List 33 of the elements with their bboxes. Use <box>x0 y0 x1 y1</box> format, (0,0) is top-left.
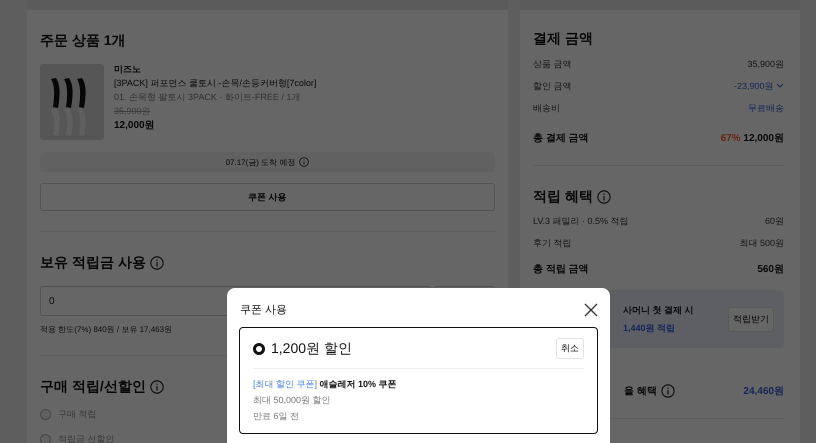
dialog-title: 쿠폰 사용 <box>240 303 288 317</box>
section-title: 결제 금액 <box>533 30 594 48</box>
benefit-amount: 24,460원 <box>743 385 784 398</box>
coupon-limit: 최대 50,000원 할인 <box>253 394 332 407</box>
benefit-label: 을 혜택 <box>624 385 657 398</box>
discount-rate: 67% <box>720 133 741 144</box>
product-brand: 미즈노 <box>114 64 142 75</box>
points-hint: 적용 한도(7%) 840원 / 보유 17,463원 <box>40 324 174 335</box>
section-title: 보유 적립금 사용 <box>40 254 146 272</box>
row-label: 상품 금액 <box>533 58 572 71</box>
row-value: 무료배송 <box>748 102 784 115</box>
total-label: 총 적립 금액 <box>533 263 589 276</box>
row-label: 후기 적립 <box>533 237 572 250</box>
section-title: 적립 혜택 <box>533 188 593 206</box>
coupon-expiry: 만료 6일 전 <box>253 410 300 423</box>
sale-price: 12,000원 <box>114 120 156 131</box>
section-title: 구매 적립/선할인 <box>40 378 146 396</box>
row-value: 최대 500원 <box>739 237 784 250</box>
row-label: 배송비 <box>533 102 560 115</box>
row-label: 할인 금액 <box>533 80 572 93</box>
promo-title: 사머니 첫 결제 시 <box>623 304 694 316</box>
row-label: LV.3 패밀리 · 0.5% 적립 <box>533 215 629 228</box>
coupon-discount: 1,200원 할인 <box>271 340 352 358</box>
section-title: 주문 상품 1개 <box>40 32 127 50</box>
total-amount: 560원 <box>757 263 784 276</box>
total-amount: 12,000원 <box>743 133 784 144</box>
total-label: 총 결제 금액 <box>533 132 589 145</box>
row-value: 35,900원 <box>747 58 784 71</box>
promo-amount: 1,440원 적립 <box>623 322 676 334</box>
delivery-date: 07.17(금) 도착 예정 <box>226 156 296 168</box>
coupon-name: 애슬레저 10% 쿠폰 <box>320 379 397 389</box>
coupon-tag: [최대 할인 쿠폰] <box>253 379 318 389</box>
row-value: 60원 <box>764 215 784 228</box>
